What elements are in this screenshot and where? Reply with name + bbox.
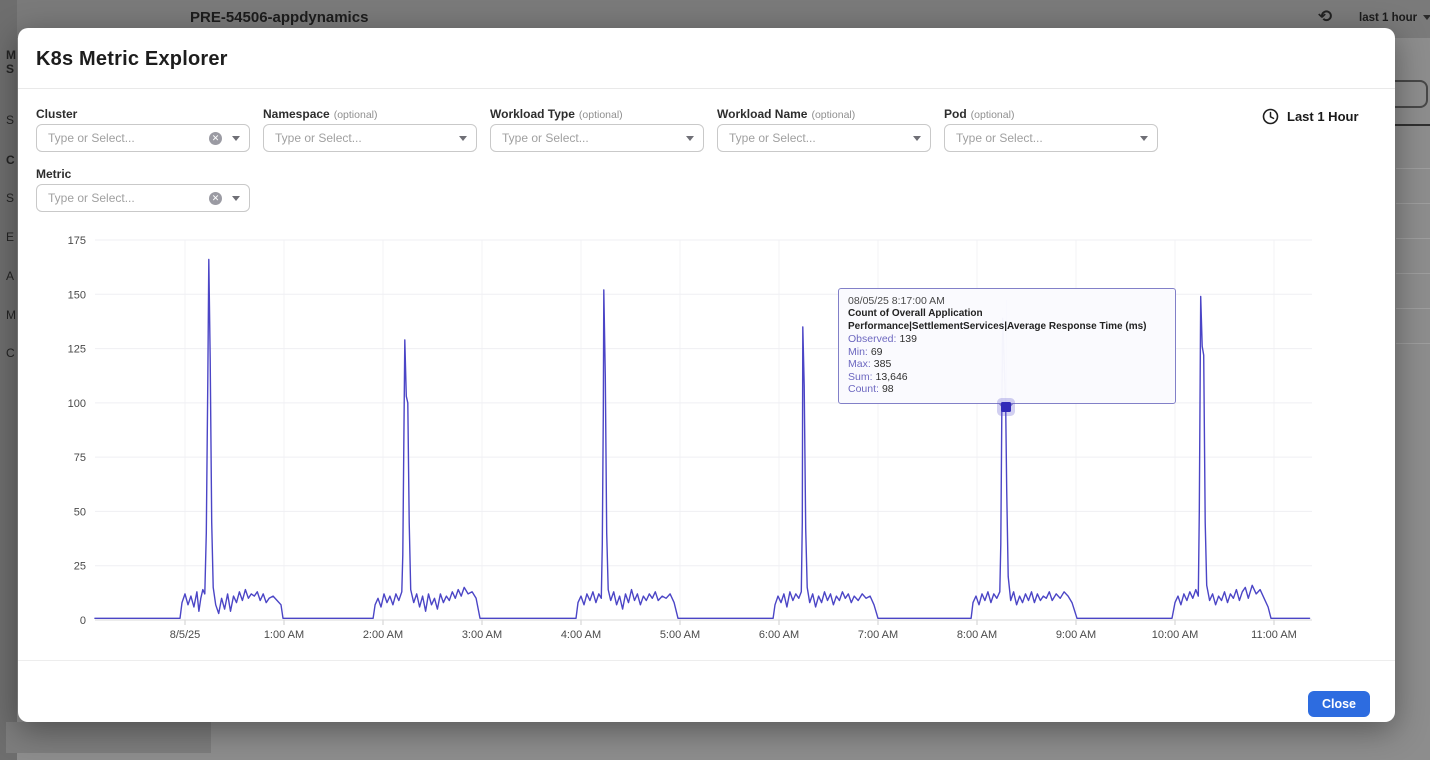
svg-text:75: 75 [74,452,86,464]
workload-name-label: Workload Name(optional) [717,107,855,121]
namespace-input[interactable] [273,130,459,146]
namespace-label: Namespace(optional) [263,107,378,121]
pod-select[interactable] [944,124,1158,152]
svg-text:2:00 AM: 2:00 AM [363,629,403,641]
svg-text:3:00 AM: 3:00 AM [462,629,502,641]
cluster-input[interactable] [46,130,209,146]
header-divider [18,88,1395,89]
svg-text:50: 50 [74,506,86,518]
background-row-line [1396,273,1430,274]
svg-text:150: 150 [68,289,86,301]
sidebar-letter: E [6,230,18,244]
sidebar-letter: A [6,269,18,283]
chevron-down-icon[interactable] [686,136,694,141]
background-app-title: PRE-54506-appdynamics [190,9,368,26]
workload-type-select[interactable] [490,124,704,152]
close-button[interactable]: Close [1308,691,1370,717]
metric-input[interactable] [46,190,209,206]
svg-text:10:00 AM: 10:00 AM [1152,629,1198,641]
tooltip-timestamp: 08/05/25 8:17:00 AM [848,295,1166,308]
metric-label: Metric [36,167,71,181]
background-time-range-label: last 1 hour [1359,12,1417,24]
background-row-line [1396,203,1430,204]
workload-type-input[interactable] [500,130,686,146]
sidebar-letter: M [6,308,18,322]
svg-text:4:00 AM: 4:00 AM [561,629,601,641]
svg-text:9:00 AM: 9:00 AM [1056,629,1096,641]
sidebar-letter: M [6,48,18,62]
clear-icon[interactable]: ✕ [209,192,222,205]
pod-label: Pod(optional) [944,107,1014,121]
chevron-down-icon[interactable] [459,136,467,141]
sidebar-letter: C [6,346,18,360]
svg-text:125: 125 [68,344,86,356]
screen: PRE-54506-appdynamics ⟳ last 1 hour M S … [0,0,1430,760]
workload-type-label: Workload Type(optional) [490,107,623,121]
time-range-label: Last 1 Hour [1287,109,1359,124]
chevron-down-icon[interactable] [232,196,240,201]
svg-text:6:00 AM: 6:00 AM [759,629,799,641]
time-range-selector[interactable]: Last 1 Hour [1262,108,1359,125]
tooltip-metric-name: Count of Overall Application Performance… [848,308,1166,333]
sidebar-letter: S [6,113,18,127]
background-row-line [1396,238,1430,239]
k8s-metric-explorer-dialog: K8s Metric Explorer Cluster Namespace(op… [18,28,1395,722]
svg-text:5:00 AM: 5:00 AM [660,629,700,641]
sidebar-letter: S [6,191,18,205]
namespace-select[interactable] [263,124,477,152]
tooltip-stat-sum: Sum:13,646 [848,371,1166,384]
metric-select[interactable]: ✕ [36,184,250,212]
dialog-title: K8s Metric Explorer [36,48,228,71]
tooltip-stat-count: Count:98 [848,383,1166,396]
workload-name-input[interactable] [727,130,913,146]
tooltip-stat-observed: Observed:139 [848,333,1166,346]
refresh-icon: ⟳ [1318,7,1332,27]
svg-text:8:00 AM: 8:00 AM [957,629,997,641]
svg-text:0: 0 [80,615,86,627]
chevron-down-icon[interactable] [913,136,921,141]
svg-text:8/5/25: 8/5/25 [170,629,201,641]
chevron-down-icon [1423,15,1430,20]
chevron-down-icon[interactable] [232,136,240,141]
cluster-select[interactable]: ✕ [36,124,250,152]
clock-icon [1262,108,1279,125]
svg-text:1:00 AM: 1:00 AM [264,629,304,641]
selected-point-marker [1001,402,1011,412]
footer-divider [18,660,1395,661]
chevron-down-icon[interactable] [1140,136,1148,141]
workload-name-select[interactable] [717,124,931,152]
pod-input[interactable] [954,130,1140,146]
background-row-line [1396,343,1430,344]
background-row-line [1396,308,1430,309]
svg-text:11:00 AM: 11:00 AM [1251,629,1297,641]
chart-tooltip: 08/05/25 8:17:00 AM Count of Overall App… [838,288,1176,404]
cluster-label: Cluster [36,107,77,121]
svg-text:25: 25 [74,561,86,573]
svg-text:175: 175 [68,235,86,247]
sidebar-letter: C [6,153,18,167]
background-sidebar-footer [6,722,211,753]
background-row-line [1396,168,1430,169]
tooltip-stat-min: Min:69 [848,346,1166,359]
tooltip-stat-max: Max:385 [848,358,1166,371]
clear-icon[interactable]: ✕ [209,132,222,145]
svg-text:7:00 AM: 7:00 AM [858,629,898,641]
svg-text:100: 100 [68,398,86,410]
sidebar-letter: S [6,62,18,76]
